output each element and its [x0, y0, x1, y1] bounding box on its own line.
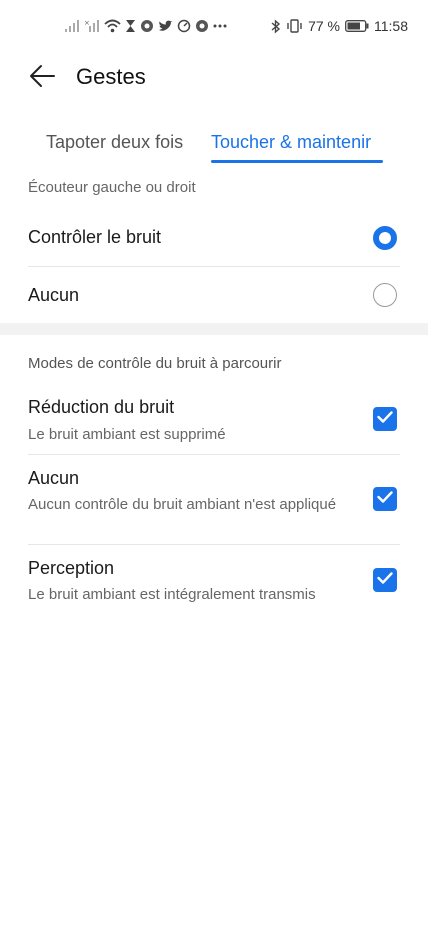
tab-touch-and-hold[interactable]: Toucher & maintenir [211, 132, 371, 153]
chrome-icon [195, 17, 209, 35]
clock: 11:58 [374, 18, 408, 34]
status-bar: × 77 % 11:58 [0, 0, 428, 52]
status-icons-left: × [64, 16, 227, 36]
section-separator [0, 323, 428, 335]
check-icon [377, 490, 393, 508]
mode-title: Aucun [28, 468, 80, 488]
vibrate-icon [286, 17, 303, 35]
mode-subtitle: Le bruit ambiant est intégralement trans… [28, 586, 316, 603]
signal-icon: × [84, 17, 100, 35]
back-button[interactable] [26, 64, 58, 92]
chrome-icon [140, 17, 154, 35]
option-label: Contrôler le bruit [28, 227, 162, 247]
hourglass-icon [125, 17, 136, 35]
wifi-icon [104, 17, 121, 35]
check-icon [377, 410, 393, 428]
tab-bar: Tapoter deux fois Toucher & maintenir [0, 120, 428, 168]
tab-double-tap[interactable]: Tapoter deux fois [46, 132, 183, 153]
speedometer-icon [177, 17, 191, 35]
checkbox-checked[interactable] [373, 407, 397, 431]
check-icon [377, 571, 393, 589]
checkbox-checked[interactable] [373, 568, 397, 592]
app-header: Gestes [0, 52, 428, 104]
battery-percentage: 77 % [308, 18, 340, 34]
mode-none[interactable]: Aucun Aucun contrôle du bruit ambiant n'… [0, 455, 428, 544]
radio-unselected[interactable] [373, 283, 397, 307]
mode-subtitle: Aucun contrôle du bruit ambiant n'est ap… [28, 496, 337, 513]
page-title: Gestes [76, 64, 146, 89]
mode-noise-reduction[interactable]: Réduction du bruit Le bruit ambiant est … [0, 386, 428, 454]
section-caption-earbud: Écouteur gauche ou droit [28, 179, 196, 196]
mode-title: Réduction du bruit [28, 397, 175, 417]
status-icons-right: 77 % 11:58 [270, 16, 408, 36]
option-noise-control[interactable]: Contrôler le bruit [0, 210, 428, 266]
option-none[interactable]: Aucun [0, 267, 428, 323]
signal-icon [64, 17, 80, 35]
more-icon [213, 17, 227, 35]
svg-text:×: × [84, 19, 90, 27]
checkbox-checked[interactable] [373, 487, 397, 511]
battery-icon [345, 17, 369, 35]
mode-perception[interactable]: Perception Le bruit ambiant est intégral… [0, 545, 428, 615]
option-label: Aucun [28, 285, 80, 305]
mode-subtitle: Le bruit ambiant est supprimé [28, 426, 226, 443]
radio-selected[interactable] [373, 226, 397, 250]
arrow-left-icon [29, 64, 55, 93]
bluetooth-icon [270, 17, 281, 35]
mode-title: Perception [28, 558, 115, 578]
active-tab-indicator [211, 160, 383, 163]
section-caption-modes: Modes de contrôle du bruit à parcourir [28, 355, 282, 372]
twitter-icon [158, 17, 173, 35]
